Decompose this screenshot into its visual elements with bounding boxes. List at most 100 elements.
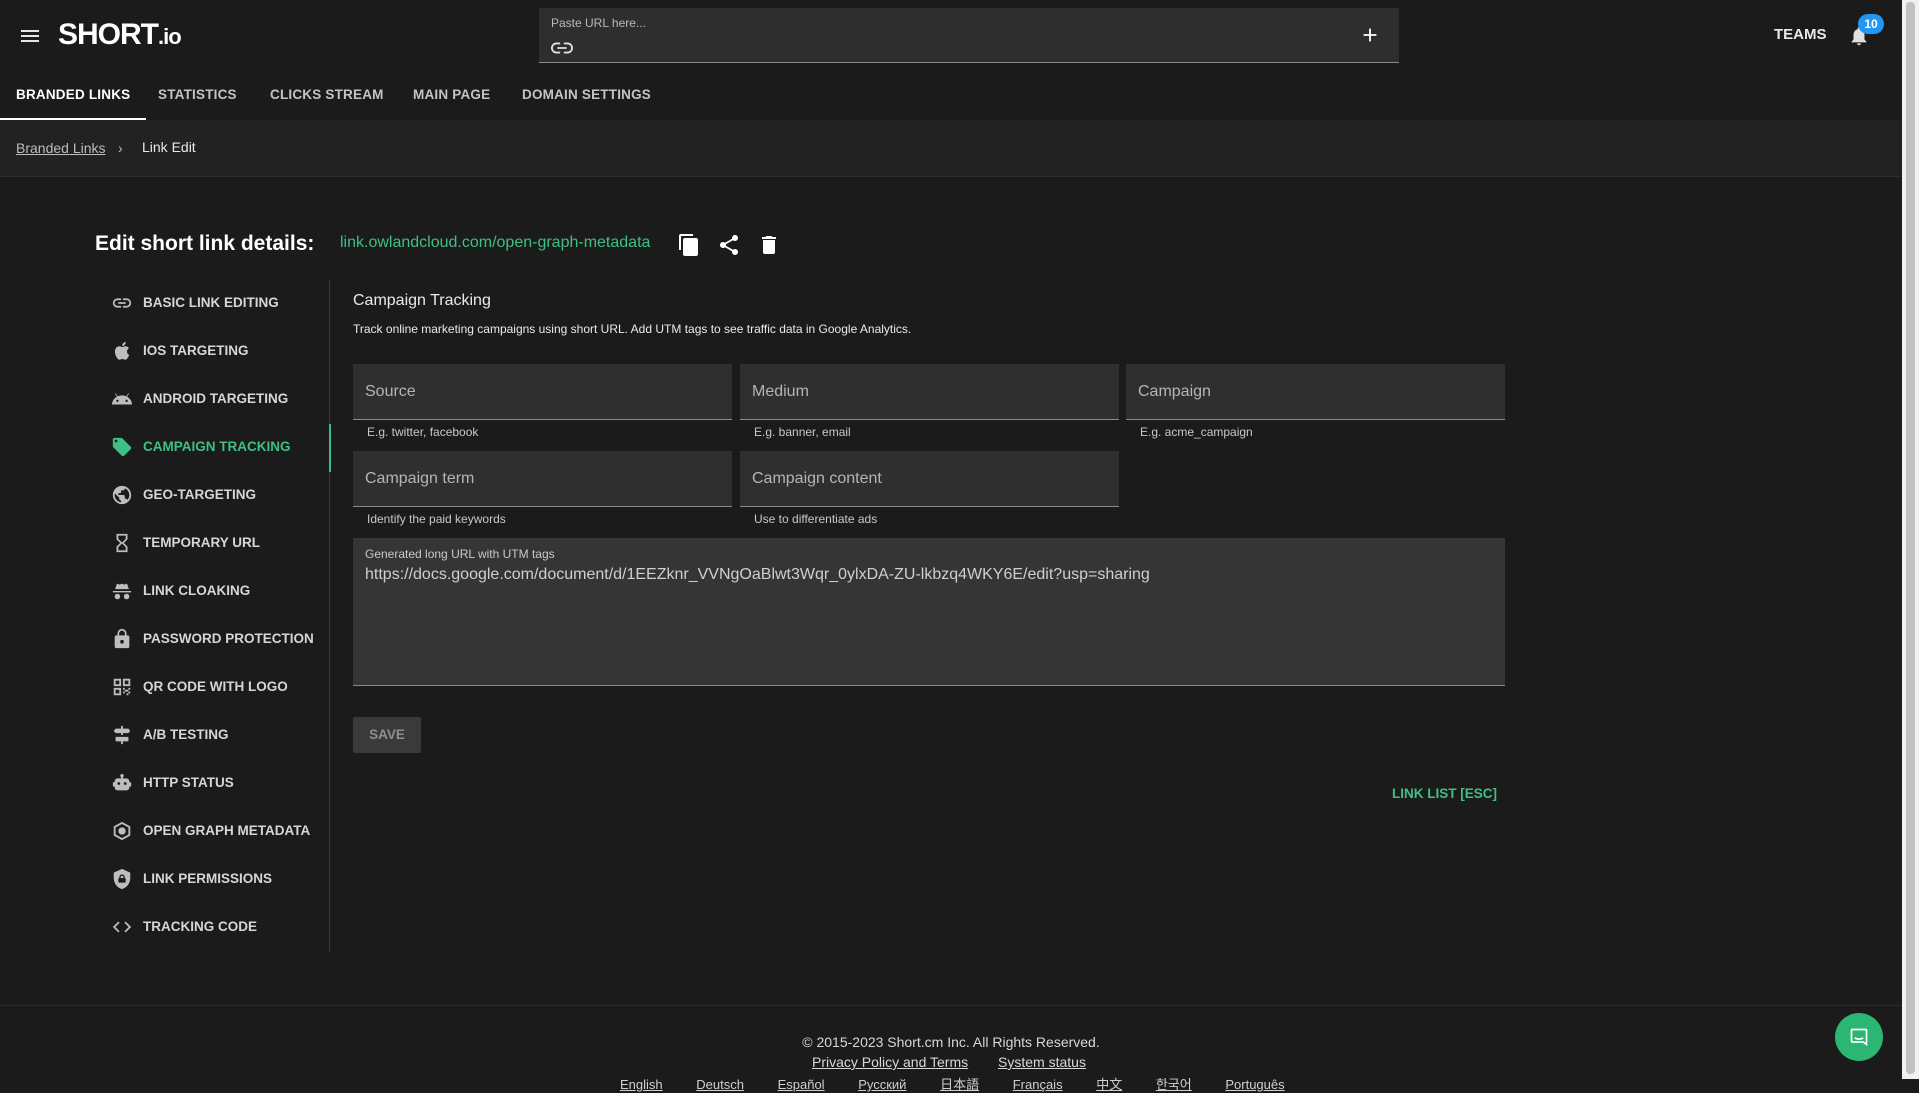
system-status-link[interactable]: System status [998,1054,1086,1070]
language-link[interactable]: 中文 [1096,1077,1122,1092]
page-scrollbar[interactable] [1902,0,1919,1079]
language-link[interactable]: English [620,1077,663,1092]
sidebar-item-label: ANDROID TARGETING [143,391,289,406]
generated-url-value: https://docs.google.com/document/d/1EEZk… [365,566,1150,583]
trash-icon[interactable] [757,233,781,257]
sidebar-item-temporary-url[interactable]: TEMPORARY URL [95,520,329,568]
medium-hint: E.g. banner, email [754,425,851,439]
tab-main-page[interactable]: MAIN PAGE [413,72,490,120]
sidebar-item-label: IOS TARGETING [143,343,249,358]
web-icon [113,821,131,841]
url-input-placeholder: Paste URL here... [551,16,646,30]
share-icon[interactable] [717,233,741,257]
android-icon [111,393,133,405]
language-link[interactable]: 한국어 [1156,1077,1192,1092]
chat-support-button[interactable] [1835,1013,1883,1061]
link-icon [112,298,132,308]
source-hint: E.g. twitter, facebook [367,425,479,439]
breadcrumb: Branded Links › Link Edit [0,120,1902,177]
apple-icon [114,341,130,360]
copy-icon[interactable] [677,233,701,257]
short-link-url[interactable]: link.owlandcloud.com/open-graph-metadata [340,234,650,252]
sidebar-item-label: A/B TESTING [143,727,229,742]
medium-input[interactable] [740,364,1119,419]
generated-url-textarea[interactable]: Generated long URL with UTM tags https:/… [353,538,1505,686]
language-link[interactable]: Español [778,1077,825,1092]
sidebar-item-geo-targeting[interactable]: GEO-TARGETING [95,472,329,520]
language-link[interactable]: Français [1013,1077,1063,1092]
campaign-field[interactable] [1126,364,1505,420]
globe-icon [112,485,132,505]
campaign-term-hint: Identify the paid keywords [367,512,506,526]
link-icon [551,42,573,54]
url-input-box[interactable]: Paste URL here... [539,8,1399,63]
tab-clicks-stream[interactable]: CLICKS STREAM [270,72,384,120]
section-description: Track online marketing campaigns using s… [353,322,912,336]
language-link[interactable]: Русский [858,1077,906,1092]
main-tabs: BRANDED LINKS STATISTICS CLICKS STREAM M… [0,72,1902,120]
sidebar-item-label: LINK PERMISSIONS [143,871,273,886]
sidebar-item-link-permissions[interactable]: LINK PERMISSIONS [95,856,329,904]
sidebar-item-label: PASSWORD PROTECTION [143,631,314,646]
campaign-content-field[interactable] [740,451,1119,507]
campaign-input[interactable] [1126,364,1505,419]
teams-button[interactable]: TEAMS [1774,26,1827,43]
sidebar-item-basic-link-editing[interactable]: BASIC LINK EDITING [95,280,329,328]
save-button[interactable]: SAVE [353,717,421,753]
tab-branded-links[interactable]: BRANDED LINKS [0,72,147,120]
breadcrumb-current: Link Edit [142,139,196,155]
language-link[interactable]: Deutsch [696,1077,744,1092]
qr-code-icon [113,678,131,696]
app-logo[interactable]: SHORT.io [58,18,182,52]
sidebar-item-label: OPEN GRAPH METADATA [143,823,311,838]
incognito-icon [112,583,132,600]
footer-links: Privacy Policy and Terms System status [812,1054,1112,1070]
sidebar-item-ab-testing[interactable]: A/B TESTING [95,712,329,760]
hamburger-menu-icon[interactable] [18,24,42,48]
sidebar-item-ios-targeting[interactable]: IOS TARGETING [95,328,329,376]
shield-lock-icon [113,868,131,890]
campaign-term-field[interactable] [353,451,732,507]
language-link[interactable]: 日本語 [940,1077,979,1092]
chat-icon [1850,1028,1868,1047]
scrollbar-thumb[interactable] [1906,2,1915,1074]
page-title: Edit short link details: [95,232,315,255]
source-field[interactable] [353,364,732,420]
link-list-button[interactable]: LINK LIST [ESC] [1392,786,1497,801]
sidebar-item-label: HTTP STATUS [143,775,234,790]
medium-field[interactable] [740,364,1119,420]
language-selector: English Deutsch Español Русский 日本語 Fran… [620,1074,1315,1093]
sidebar-item-android-targeting[interactable]: ANDROID TARGETING [95,376,329,424]
sidebar-item-tracking-code[interactable]: TRACKING CODE [95,904,329,952]
privacy-policy-link[interactable]: Privacy Policy and Terms [812,1054,968,1070]
breadcrumb-branded-links[interactable]: Branded Links [16,140,106,156]
code-icon [112,921,132,933]
section-title: Campaign Tracking [353,292,491,309]
sidebar-item-http-status[interactable]: HTTP STATUS [95,760,329,808]
tag-icon [112,437,132,457]
sidebar-item-qr-code-with-logo[interactable]: QR CODE WITH LOGO [95,664,329,712]
robot-icon [112,773,132,791]
campaign-content-hint: Use to differentiate ads [754,512,878,526]
sidebar-item-label: TRACKING CODE [143,919,257,934]
add-link-plus-icon[interactable] [1359,24,1381,46]
sidebar-item-label: GEO-TARGETING [143,487,256,502]
sidebar-item-label: LINK CLOAKING [143,583,251,598]
language-link[interactable]: Português [1225,1077,1284,1092]
campaign-term-input[interactable] [353,451,732,506]
source-input[interactable] [353,364,732,419]
sidebar-item-link-cloaking[interactable]: LINK CLOAKING [95,568,329,616]
notification-count-badge: 10 [1858,14,1884,34]
sidebar-item-label: QR CODE WITH LOGO [143,679,288,694]
sidebar-item-label: BASIC LINK EDITING [143,295,279,310]
top-bar: SHORT.io Paste URL here... TEAMS 10 [0,0,1902,72]
hourglass-icon [116,533,128,553]
sidebar-item-campaign-tracking[interactable]: CAMPAIGN TRACKING [95,424,331,472]
sidebar-item-open-graph-metadata[interactable]: OPEN GRAPH METADATA [95,808,329,856]
tab-statistics[interactable]: STATISTICS [158,72,237,120]
sidebar-item-password-protection[interactable]: PASSWORD PROTECTION [95,616,329,664]
sidebar-item-label: CAMPAIGN TRACKING [143,439,291,454]
tab-domain-settings[interactable]: DOMAIN SETTINGS [522,72,651,120]
campaign-content-input[interactable] [740,451,1119,506]
campaign-hint: E.g. acme_campaign [1140,425,1253,439]
